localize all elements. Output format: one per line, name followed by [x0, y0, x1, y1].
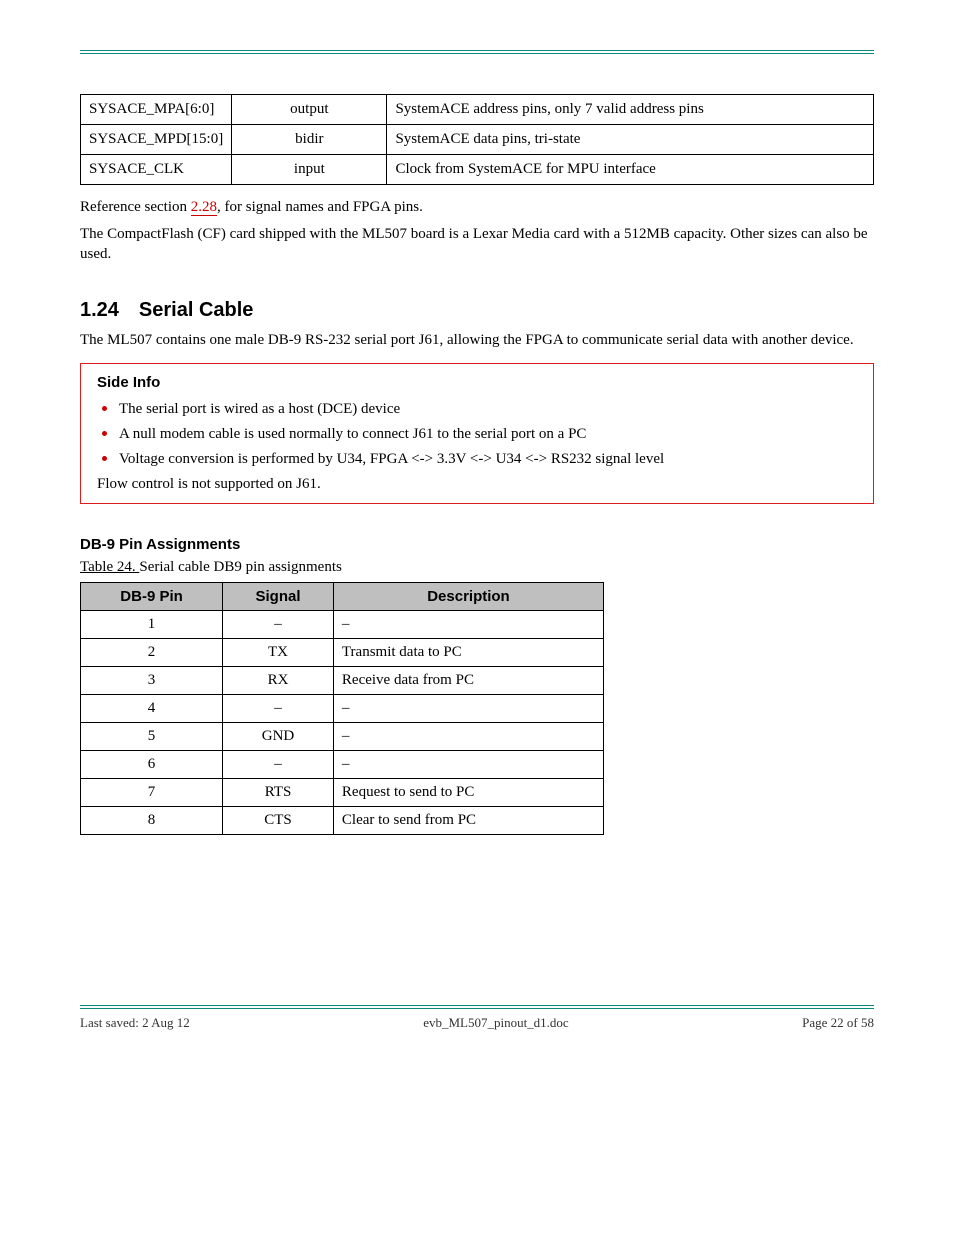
signal-cell: – — [223, 750, 334, 778]
desc-cell: Receive data from PC — [333, 666, 603, 694]
cf-card-paragraph: The CompactFlash (CF) card shipped with … — [80, 224, 874, 265]
col-header-signal: Signal — [223, 582, 334, 610]
reference-line: Reference section 2.28, for signal names… — [80, 199, 874, 216]
table-row: 6 – – — [81, 750, 604, 778]
desc-cell: – — [333, 694, 603, 722]
table-number-label: Table 24. — [80, 559, 139, 575]
section-cross-ref-link[interactable]: 2.28 — [191, 199, 217, 216]
footer-left: Last saved: 2 Aug 12 — [80, 1015, 190, 1031]
col-header-pin: DB-9 Pin — [81, 582, 223, 610]
reference-suffix: , for signal names and FPGA pins. — [217, 199, 423, 215]
list-item: The serial port is wired as a host (DCE)… — [119, 395, 857, 420]
signal-desc-cell: Clock from SystemACE for MPU interface — [387, 155, 874, 185]
header-rule — [80, 50, 874, 54]
side-info-list: The serial port is wired as a host (DCE)… — [97, 395, 857, 470]
desc-cell: – — [333, 750, 603, 778]
pin-cell: 4 — [81, 694, 223, 722]
signal-dir-cell: bidir — [232, 125, 387, 155]
list-item: Voltage conversion is performed by U34, … — [119, 445, 857, 470]
footer-center: evb_ML507_pinout_d1.doc — [423, 1015, 569, 1031]
table-caption-text: Serial cable DB9 pin assignments — [139, 559, 341, 575]
list-item: A null modem cable is used normally to c… — [119, 420, 857, 445]
section-heading-serial-cable: 1.24 Serial Cable — [80, 299, 874, 322]
db9-subheading: DB-9 Pin Assignments — [80, 536, 874, 553]
db9-pin-table: DB-9 Pin Signal Description 1 – – 2 TX T… — [80, 582, 604, 835]
table-row: 8 CTS Clear to send from PC — [81, 806, 604, 834]
page-footer: Last saved: 2 Aug 12 evb_ML507_pinout_d1… — [80, 1009, 874, 1031]
table-header-row: DB-9 Pin Signal Description — [81, 582, 604, 610]
table-row: 3 RX Receive data from PC — [81, 666, 604, 694]
table-row: 4 – – — [81, 694, 604, 722]
footer-right: Page 22 of 58 — [802, 1015, 874, 1031]
table-row: 7 RTS Request to send to PC — [81, 778, 604, 806]
signal-name-cell: SYSACE_CLK — [81, 155, 232, 185]
desc-cell: Transmit data to PC — [333, 638, 603, 666]
signal-dir-cell: input — [232, 155, 387, 185]
signal-cell: TX — [223, 638, 334, 666]
pin-cell: 2 — [81, 638, 223, 666]
side-info-closing: Flow control is not supported on J61. — [97, 476, 857, 493]
pin-cell: 7 — [81, 778, 223, 806]
side-info-label: Side Info — [97, 374, 857, 391]
pin-cell: 6 — [81, 750, 223, 778]
table-row: 5 GND – — [81, 722, 604, 750]
signal-name-cell: SYSACE_MPD[15:0] — [81, 125, 232, 155]
signal-cell: RX — [223, 666, 334, 694]
signal-cell: – — [223, 610, 334, 638]
pin-cell: 8 — [81, 806, 223, 834]
desc-cell: – — [333, 722, 603, 750]
table-row: 1 – – — [81, 610, 604, 638]
signal-cell: – — [223, 694, 334, 722]
side-info-box: Side Info The serial port is wired as a … — [80, 363, 874, 504]
col-header-description: Description — [333, 582, 603, 610]
table-row: SYSACE_MPD[15:0] bidir SystemACE data pi… — [81, 125, 874, 155]
signal-desc-cell: SystemACE data pins, tri-state — [387, 125, 874, 155]
sysace-signal-table: SYSACE_MPA[6:0] output SystemACE address… — [80, 94, 874, 185]
desc-cell: Clear to send from PC — [333, 806, 603, 834]
table-caption: Table 24. Serial cable DB9 pin assignmen… — [80, 559, 874, 576]
reference-prefix: Reference section — [80, 199, 191, 215]
desc-cell: – — [333, 610, 603, 638]
signal-desc-cell: SystemACE address pins, only 7 valid add… — [387, 95, 874, 125]
table-row: SYSACE_MPA[6:0] output SystemACE address… — [81, 95, 874, 125]
pin-cell: 1 — [81, 610, 223, 638]
signal-cell: GND — [223, 722, 334, 750]
signal-cell: CTS — [223, 806, 334, 834]
signal-dir-cell: output — [232, 95, 387, 125]
desc-cell: Request to send to PC — [333, 778, 603, 806]
section-lead-paragraph: The ML507 contains one male DB-9 RS-232 … — [80, 332, 874, 349]
pin-cell: 5 — [81, 722, 223, 750]
table-row: SYSACE_CLK input Clock from SystemACE fo… — [81, 155, 874, 185]
signal-cell: RTS — [223, 778, 334, 806]
table-row: 2 TX Transmit data to PC — [81, 638, 604, 666]
signal-name-cell: SYSACE_MPA[6:0] — [81, 95, 232, 125]
pin-cell: 3 — [81, 666, 223, 694]
